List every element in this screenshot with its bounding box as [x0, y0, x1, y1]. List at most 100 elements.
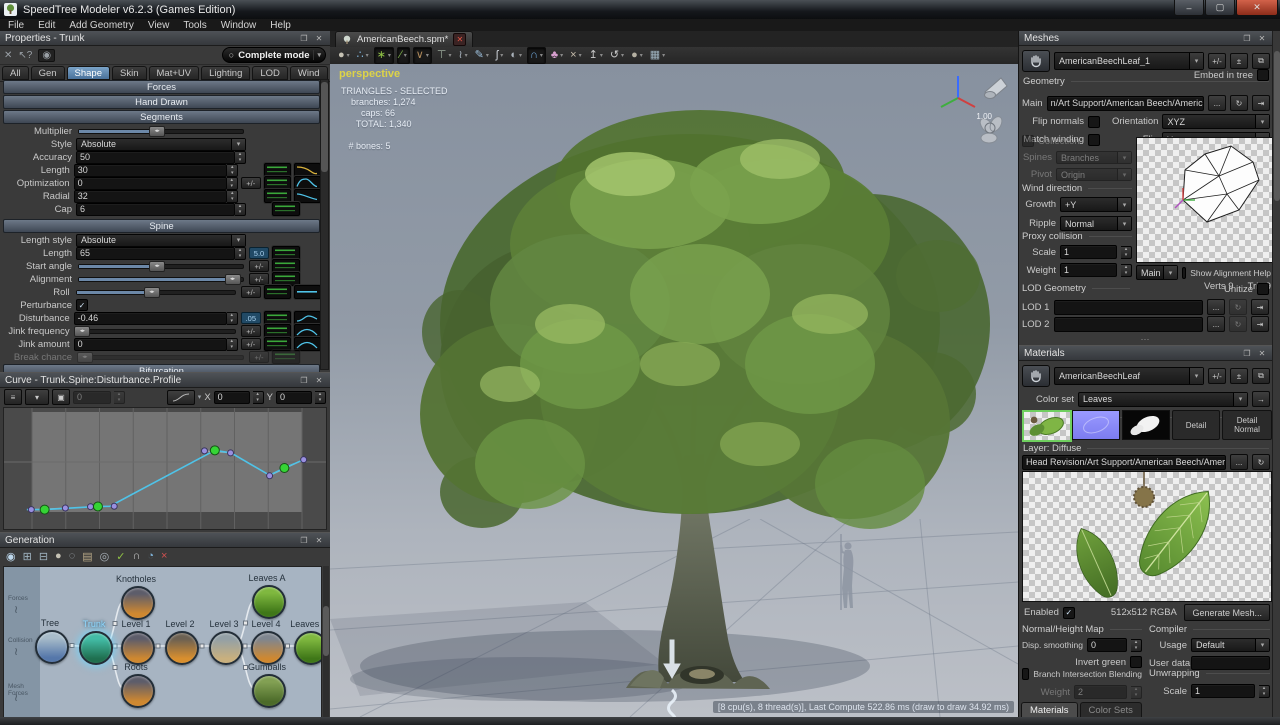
- enable-tool-icon[interactable]: ✓: [116, 550, 125, 563]
- detail-normal-texture-button[interactable]: Detail Normal: [1222, 410, 1272, 440]
- tree-display-tool-icon[interactable]: ⊤▾: [435, 48, 454, 63]
- section-segments[interactable]: Segments: [3, 110, 320, 124]
- browse-button[interactable]: ...: [1230, 454, 1248, 470]
- refresh-icon[interactable]: ↻: [1230, 95, 1248, 111]
- diffuse-texture-thumb[interactable]: [1022, 410, 1072, 442]
- spinner[interactable]: ▴▾: [227, 177, 238, 190]
- spinner[interactable]: ▴▾: [227, 338, 238, 351]
- hand-drawn-tool-icon[interactable]: ▤: [82, 550, 92, 563]
- close-panel-icon[interactable]: ✕: [1256, 348, 1268, 359]
- section-bifurcation[interactable]: Bifurcation: [3, 364, 320, 372]
- node-display-tool-icon[interactable]: ∴▾: [355, 48, 371, 63]
- tab-shape[interactable]: Shape: [67, 66, 110, 80]
- tab-wind[interactable]: Wind: [290, 66, 328, 80]
- multiplier-slider[interactable]: ◂▸: [78, 129, 244, 134]
- document-tab[interactable]: AmericanBeech.spm* ✕: [335, 31, 473, 47]
- title-bar[interactable]: SpeedTree Modeler v6.2.3 (Games Edition)…: [0, 0, 1280, 19]
- properties-scrollbar[interactable]: [320, 79, 329, 370]
- chevron-down-icon[interactable]: ▾: [198, 393, 202, 401]
- wizard-badge[interactable]: 5.0: [249, 247, 269, 259]
- menu-edit[interactable]: Edit: [38, 20, 55, 31]
- document-close-icon[interactable]: ✕: [453, 33, 466, 46]
- viewport[interactable]: perspective TRIANGLES - SELECTED branche…: [330, 64, 1018, 717]
- curve-chip-green[interactable]: [272, 202, 300, 216]
- variance-button[interactable]: +/-: [249, 351, 269, 363]
- curve-chip-green[interactable]: [272, 246, 300, 260]
- curve-chip-green[interactable]: [272, 259, 300, 273]
- wizard-badge[interactable]: .05: [241, 312, 261, 324]
- radial-field[interactable]: 32: [74, 190, 228, 203]
- bone-tool-icon[interactable]: ʃ▾: [494, 48, 505, 63]
- unwrap-scale-field[interactable]: 1: [1191, 684, 1255, 698]
- mask-tool-icon[interactable]: ◐▾: [508, 48, 524, 63]
- generator-node-roots[interactable]: [121, 674, 155, 708]
- proxy-weight-field[interactable]: 1: [1060, 263, 1117, 277]
- generator-node-knotholes[interactable]: [121, 586, 155, 620]
- ball-display-tool-icon[interactable]: ●: [55, 550, 62, 562]
- break-chance-slider[interactable]: ◂▸: [78, 355, 244, 360]
- curve-chip-curve-blue-arc[interactable]: [294, 337, 321, 351]
- variance-button[interactable]: +/-: [241, 338, 261, 350]
- curve-chip-green[interactable]: [272, 272, 300, 286]
- curve-chip-green[interactable]: [264, 324, 291, 338]
- tab-lighting[interactable]: Lighting: [201, 66, 250, 80]
- generator-node-level-1[interactable]: [121, 631, 155, 665]
- send-to-icon[interactable]: ⇥: [1252, 95, 1270, 111]
- maximize-button[interactable]: ▢: [1205, 0, 1235, 16]
- material-selector[interactable]: AmericanBeechLeaf▾: [1054, 367, 1204, 385]
- menu-help[interactable]: Help: [270, 20, 291, 31]
- float-panel-icon[interactable]: ❐: [1241, 348, 1253, 359]
- spinner[interactable]: ▴▾: [235, 203, 246, 216]
- generator-node-level-4[interactable]: [251, 631, 285, 665]
- float-panel-icon[interactable]: ❐: [298, 375, 310, 386]
- close-button[interactable]: ✕: [1236, 0, 1278, 16]
- tab-all[interactable]: All: [2, 66, 29, 80]
- draw-spline-tool-icon[interactable]: ✎▾: [473, 48, 491, 63]
- disturbance-field[interactable]: -0.46: [74, 312, 227, 325]
- section-spine[interactable]: Spine: [3, 219, 320, 233]
- mesh-plusminus-button[interactable]: +/-: [1208, 53, 1226, 69]
- variance-button[interactable]: +/-: [249, 273, 269, 285]
- texture-preview[interactable]: [1022, 471, 1272, 602]
- enabled-checkbox[interactable]: ✓: [1063, 607, 1075, 619]
- close-panel-icon[interactable]: ✕: [1256, 33, 1268, 44]
- panel-splitter[interactable]: ⋯: [1019, 334, 1273, 345]
- generator-node-leaves-a[interactable]: [252, 585, 286, 619]
- generation-panel-header[interactable]: Generation ❐ ✕: [0, 533, 330, 548]
- generator-node-gumballs[interactable]: [252, 674, 286, 708]
- flip-normals-checkbox[interactable]: [1088, 116, 1100, 128]
- browse-button[interactable]: ...: [1207, 299, 1225, 315]
- length-field[interactable]: 30: [74, 164, 228, 177]
- unitize-checkbox[interactable]: [1257, 283, 1269, 295]
- generation-graph[interactable]: Forces≀Collision≀Mesh Forces≀ TreeTrunkK…: [3, 566, 322, 723]
- curve-y-field[interactable]: 0: [276, 391, 312, 404]
- roll-slider[interactable]: ◂▸: [76, 290, 236, 295]
- tab-skin[interactable]: Skin: [112, 66, 146, 80]
- alignment-help-checkbox[interactable]: [1182, 267, 1186, 279]
- spinner[interactable]: ▴▾: [227, 164, 238, 177]
- menu-tools[interactable]: Tools: [183, 20, 206, 31]
- spinner[interactable]: ▴▾: [227, 190, 238, 203]
- whats-this-icon[interactable]: ↖?: [18, 50, 32, 61]
- prune-tool-icon[interactable]: ×▾: [568, 48, 583, 63]
- material-plusminus-button[interactable]: +/-: [1208, 368, 1226, 384]
- spinner[interactable]: ▴▾: [235, 247, 246, 260]
- display-ball-tool-icon[interactable]: ●▾: [336, 48, 352, 63]
- browse-button[interactable]: ...: [1207, 316, 1225, 332]
- hand-icon[interactable]: [1022, 50, 1050, 72]
- close-panel-icon[interactable]: ✕: [313, 33, 325, 44]
- spines-dropdown[interactable]: Branches▾: [1056, 151, 1132, 164]
- refresh-icon[interactable]: ↻: [1229, 316, 1247, 332]
- curve-chip-green[interactable]: [264, 311, 291, 325]
- tab-lod[interactable]: LOD: [252, 66, 288, 80]
- properties-panel-header[interactable]: Properties - Trunk ❐ ✕: [0, 31, 330, 46]
- cap-field[interactable]: 6: [76, 203, 235, 216]
- float-panel-icon[interactable]: ❐: [298, 33, 310, 44]
- curve-chip-green[interactable]: [264, 337, 291, 351]
- close-panel-icon[interactable]: ✕: [313, 375, 325, 386]
- mesh-selector[interactable]: AmericanBeechLeaf_1▾: [1054, 52, 1204, 70]
- orientation-dropdown[interactable]: XYZ▾: [1162, 114, 1270, 129]
- curve-flatten-icon[interactable]: ≡: [4, 389, 22, 405]
- alpha-texture-thumb[interactable]: [1122, 410, 1170, 440]
- generator-node-tree[interactable]: [35, 630, 69, 664]
